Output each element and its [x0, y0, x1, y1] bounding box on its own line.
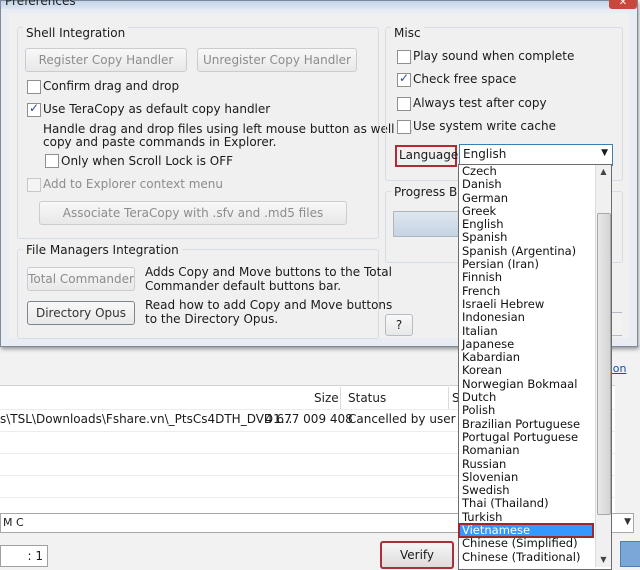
language-option[interactable]: Brazilian Portuguese [459, 417, 593, 431]
scroll-down-icon[interactable]: ▼ [596, 553, 611, 567]
language-option[interactable]: Russian [459, 457, 593, 471]
language-option[interactable]: Portugal Portuguese [459, 430, 593, 444]
use-default-handler-checkbox[interactable]: ✓ [27, 101, 41, 117]
language-option[interactable]: Persian (Iran) [459, 257, 593, 271]
language-dropdown-list[interactable]: Czech Danish German Greek English Spanish Span… [458, 164, 612, 570]
scroll-up-icon[interactable]: ▲ [596, 165, 611, 179]
verify-button[interactable]: Verify [380, 541, 454, 569]
language-option[interactable]: Turkish [459, 510, 593, 524]
column-separator [448, 387, 449, 409]
write-cache-label: Use system write cache [413, 119, 556, 133]
chevron-down-icon[interactable]: ▼ [624, 517, 631, 527]
confirm-drag-label: Confirm drag and drop [43, 79, 180, 93]
scroll-lock-label: Only when Scroll Lock is OFF [61, 154, 234, 168]
register-copy-handler-button[interactable]: Register Copy Handler [25, 48, 187, 72]
chevron-down-icon[interactable]: ▼ [601, 148, 608, 158]
misc-title: Misc [391, 26, 424, 40]
row-path[interactable]: s\TSL\Downloads\Fshare.vn\_PtsCs4DTH_DVD… [0, 411, 292, 427]
use-default-handler-label: Use TeraCopy as default copy handler [43, 102, 271, 116]
scrollbar-thumb[interactable] [597, 213, 611, 515]
language-options: Czech Danish German Greek English Spanish Span… [458, 164, 594, 564]
total-commander-desc-line1: Adds Copy and Move buttons to the Total [145, 265, 392, 279]
language-option[interactable]: Polish [459, 404, 593, 418]
explorer-menu-label: Add to Explorer context menu [43, 177, 224, 191]
column-header-status[interactable]: Status [348, 389, 386, 407]
window-title: Preferences [5, 0, 76, 8]
language-option[interactable]: Thai (Thailand) [459, 497, 593, 511]
language-option[interactable]: Spanish (Argentina) [459, 244, 593, 258]
language-option[interactable]: Korean [459, 364, 593, 378]
language-option[interactable]: Spanish [459, 231, 593, 245]
write-cache-checkbox[interactable] [397, 120, 411, 134]
language-label: Language: [399, 148, 463, 162]
dropdown-scrollbar[interactable]: ▲ ▼ [595, 165, 611, 567]
partial-blue-button[interactable] [620, 541, 640, 567]
row-size: 4 677 009 408 [265, 412, 353, 426]
language-option[interactable]: Japanese [459, 337, 593, 351]
shell-integration-title: Shell Integration [23, 26, 129, 40]
check-free-space-label: Check free space [413, 72, 517, 86]
total-commander-desc-line2: Commander default buttons bar. [145, 279, 342, 293]
always-test-label: Always test after copy [413, 96, 547, 110]
language-select[interactable]: English ▼ [459, 144, 613, 166]
language-label-highlight: Language: [395, 145, 462, 167]
language-option[interactable]: Romanian [459, 443, 593, 457]
language-option[interactable]: Finnish [459, 271, 593, 285]
checkmark-icon: ✓ [29, 101, 40, 115]
language-option[interactable]: Slovenian [459, 470, 593, 484]
language-option[interactable]: Vietnamese [458, 522, 594, 539]
language-option[interactable]: Norwegian Bokmaal [459, 377, 593, 391]
column-header-size[interactable]: Size [314, 389, 339, 407]
language-option[interactable]: Czech [459, 164, 593, 178]
play-sound-checkbox[interactable] [397, 50, 411, 64]
language-option[interactable]: English [459, 217, 593, 231]
language-option[interactable]: Italian [459, 324, 593, 338]
column-separator [340, 387, 341, 409]
file-managers-title: File Managers Integration [23, 243, 182, 257]
checkmark-icon: ✓ [399, 71, 410, 85]
language-select-value: English [463, 147, 507, 161]
language-option[interactable]: Indonesian [459, 310, 593, 324]
explorer-menu-checkbox[interactable] [27, 178, 41, 192]
progress-bar-preview[interactable] [393, 211, 467, 237]
handler-description-line1: Handle drag and drop files using left mo… [43, 122, 412, 136]
language-option[interactable]: Swedish [459, 483, 593, 497]
confirm-drag-checkbox[interactable] [27, 80, 41, 94]
directory-opus-desc-line2: to the Directory Opus. [145, 312, 279, 326]
handler-description-line2: copy and paste commands in Explorer. [43, 135, 277, 149]
language-option[interactable]: Greek [459, 204, 593, 218]
close-icon[interactable]: ✕ [609, 0, 637, 9]
language-option[interactable]: Danish [459, 177, 593, 191]
directory-opus-button[interactable]: Directory Opus [27, 301, 135, 325]
total-commander-button[interactable]: Total Commander [27, 267, 135, 291]
target-combo-value: M C [3, 516, 24, 529]
language-option[interactable]: Dutch [459, 390, 593, 404]
scroll-lock-checkbox[interactable] [45, 154, 59, 168]
always-test-checkbox[interactable] [397, 97, 411, 111]
play-sound-label: Play sound when complete [413, 49, 575, 63]
directory-opus-desc-line1: Read how to add Copy and Move buttons [145, 298, 393, 312]
language-option[interactable]: German [459, 191, 593, 205]
page-counter: : 1 [0, 545, 48, 567]
language-option[interactable]: Israeli Hebrew [459, 297, 593, 311]
language-option[interactable]: Chinese (Traditional) [459, 550, 593, 564]
language-option[interactable]: French [459, 284, 593, 298]
language-option[interactable]: Kabardian [459, 350, 593, 364]
associate-sfv-md5-button[interactable]: Associate TeraCopy with .sfv and .md5 fi… [39, 201, 347, 225]
row-status: Cancelled by user [348, 412, 456, 426]
check-free-space-checkbox[interactable]: ✓ [397, 71, 411, 87]
help-button[interactable]: ? [385, 314, 413, 336]
unregister-copy-handler-button[interactable]: Unregister Copy Handler [197, 48, 357, 72]
language-option[interactable]: Chinese (Simplified) [459, 537, 593, 551]
title-bar[interactable] [1, 1, 637, 9]
